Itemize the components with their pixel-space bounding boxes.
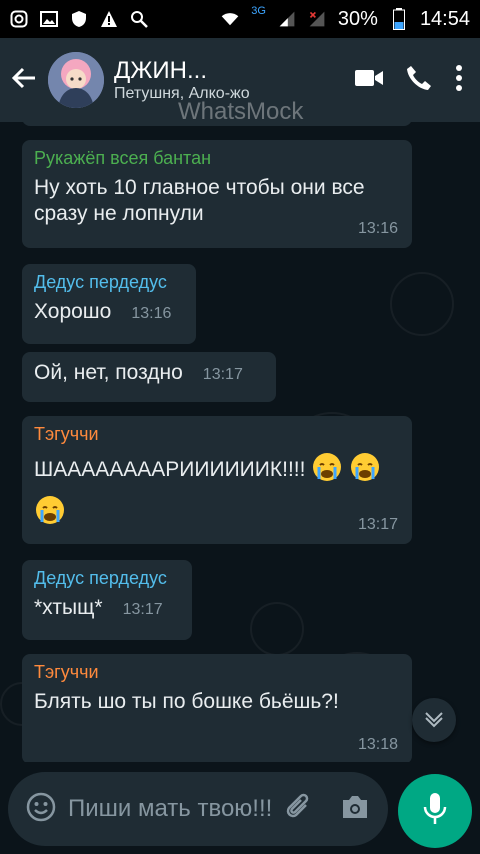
chevron-down-icon: [423, 707, 445, 734]
message-bubble[interactable]: Рукажёп всея бантан Ну хоть 10 главное ч…: [22, 140, 412, 248]
message-text-row: ШААААААААРИИИИИИК!!!!: [34, 451, 404, 533]
message-bubble[interactable]: Дедус пердедус Хорошо 13:16: [22, 264, 196, 344]
signal-x-icon: [308, 10, 326, 28]
message-composer: Пиши мать твою!!!: [8, 772, 388, 846]
status-bar-right: 3G 30% 14:54: [221, 5, 470, 31]
message-time: 13:17: [122, 601, 163, 618]
message-time: 13:18: [357, 736, 398, 753]
message-bubble[interactable]: Дедус пердедус *хтыщ* 13:17: [22, 560, 192, 640]
back-button[interactable]: [0, 38, 48, 122]
message-text-row: Ой, нет, поздно 13:17: [34, 360, 264, 388]
camera-button[interactable]: [340, 794, 370, 825]
video-call-button[interactable]: [354, 67, 384, 94]
message-text-row: Хорошо 13:16: [34, 299, 184, 327]
background-doodle: [250, 602, 304, 656]
emoji-button[interactable]: [26, 792, 56, 827]
message-text: Блять шо ты по бошке бьёшь?!: [34, 690, 339, 713]
crying-face-emoji: [311, 451, 343, 490]
background-doodle: [390, 272, 454, 336]
message-sender: Дедус пердедус: [34, 568, 167, 588]
header-actions: [354, 63, 480, 98]
message-text: Хорошо: [34, 300, 112, 323]
message-time: 13:16: [357, 220, 398, 237]
message-time: 13:17: [202, 366, 243, 383]
instagram-icon: [10, 10, 28, 28]
message-sender: Дедус пердедус: [34, 272, 167, 292]
network-type: 3G: [251, 5, 266, 17]
phone-icon: [404, 65, 434, 97]
chat-title: ДЖИН...: [114, 57, 207, 84]
voice-record-button[interactable]: [398, 774, 472, 848]
message-sender: Тэгуччи: [34, 424, 99, 444]
battery-percent: 30%: [337, 7, 378, 30]
status-bar: 3G 30% 14:54: [0, 0, 480, 38]
signal-icon: [278, 10, 296, 28]
wifi-icon: [221, 10, 239, 28]
message-bubble[interactable]: Ой, нет, поздно 13:17: [22, 352, 276, 402]
search-icon: [130, 10, 148, 28]
menu-button[interactable]: [454, 64, 464, 97]
video-camera-icon: [354, 69, 384, 93]
message-text: ШААААААААРИИИИИИК!!!!: [34, 458, 306, 482]
camera-icon: [340, 795, 370, 824]
crying-face-emoji: [34, 494, 66, 533]
chat-title-box[interactable]: ДЖИН... Петушня, Алко-жо: [114, 57, 354, 103]
battery-icon: [390, 8, 408, 30]
message-input[interactable]: Пиши мать твою!!!: [68, 794, 284, 824]
message-text: Ну хоть 10 главное чтобы они все сразу н…: [34, 176, 365, 225]
message-text: Ой, нет, поздно: [34, 361, 183, 384]
voice-call-button[interactable]: [404, 63, 434, 98]
emoji-icon: [26, 792, 56, 826]
paperclip-icon: [284, 793, 314, 827]
scroll-to-bottom-button[interactable]: [412, 698, 456, 742]
status-bar-left: [10, 10, 148, 28]
warning-icon: [100, 10, 118, 28]
crying-face-emoji: [349, 451, 381, 490]
clock: 14:54: [419, 7, 470, 30]
message-time: 13:17: [357, 516, 398, 533]
arrow-left-icon: [11, 65, 37, 96]
message-text-row: *хтыщ* 13:17: [34, 595, 180, 623]
message-sender: Тэгуччи: [34, 662, 99, 682]
message-text: *хтыщ*: [34, 596, 103, 619]
attach-button[interactable]: [284, 791, 314, 828]
group-avatar[interactable]: [48, 52, 104, 108]
chat-area[interactable]: Рукажёп всея бантан Ну хоть 10 главное ч…: [0, 122, 480, 762]
message-time: 13:16: [131, 305, 172, 322]
message-bubble[interactable]: Тэгуччи ШААААААААРИИИИИИК!!!! 13:17: [22, 416, 412, 544]
more-vert-icon: [454, 64, 464, 96]
message-bubble[interactable]: Тэгуччи Блять шо ты по бошке бьёшь?! 13:…: [22, 654, 412, 762]
image-icon: [40, 10, 58, 28]
shield-icon: [70, 10, 88, 28]
mic-icon: [422, 792, 448, 831]
watermark: WhatsMock: [178, 98, 304, 125]
message-sender: Рукажёп всея бантан: [34, 148, 212, 168]
